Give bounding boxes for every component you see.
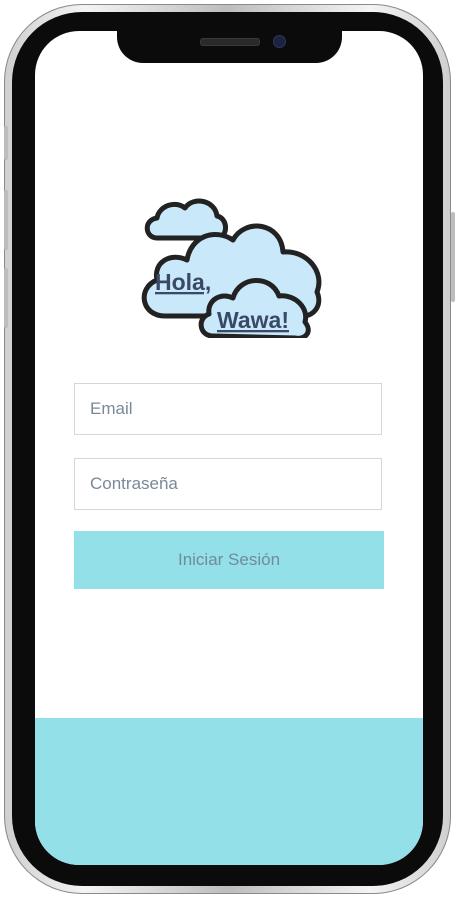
email-input[interactable]	[74, 383, 382, 435]
password-input[interactable]	[74, 458, 382, 510]
notch	[117, 31, 342, 63]
power-button	[451, 212, 455, 302]
mute-switch	[4, 126, 8, 160]
volume-up-button	[4, 190, 8, 250]
speaker-grille	[200, 38, 260, 46]
login-button[interactable]: Iniciar Sesión	[74, 531, 384, 589]
hola-wawa-cloud-logo: Hola, Wawa!	[141, 198, 322, 338]
footer-band	[35, 718, 423, 865]
front-camera	[273, 35, 286, 48]
logo-wawa-text: Wawa!	[217, 307, 289, 333]
volume-down-button	[4, 268, 8, 328]
logo-hola-text: Hola,	[155, 269, 211, 295]
app-screen: Hola, Wawa! Iniciar Sesión	[35, 31, 423, 865]
